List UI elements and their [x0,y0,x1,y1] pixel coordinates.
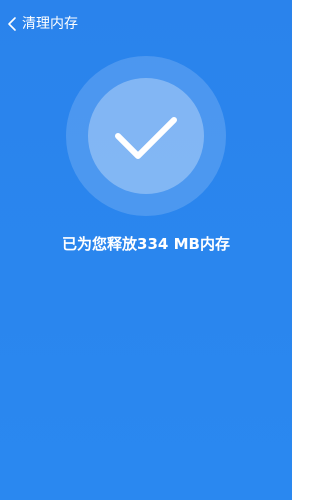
checkmark-icon [115,117,177,159]
freed-memory-message: 已为您释放334 MB内存 [62,235,230,253]
app-header: 清理内存 [0,0,292,48]
chevron-left-icon [6,16,18,32]
page-title: 清理内存 [22,16,78,32]
back-button[interactable]: 清理内存 [6,12,78,36]
success-indicator [66,56,226,216]
memory-clean-result-screen: 清理内存 已为您释放334 MB内存 [0,0,292,500]
